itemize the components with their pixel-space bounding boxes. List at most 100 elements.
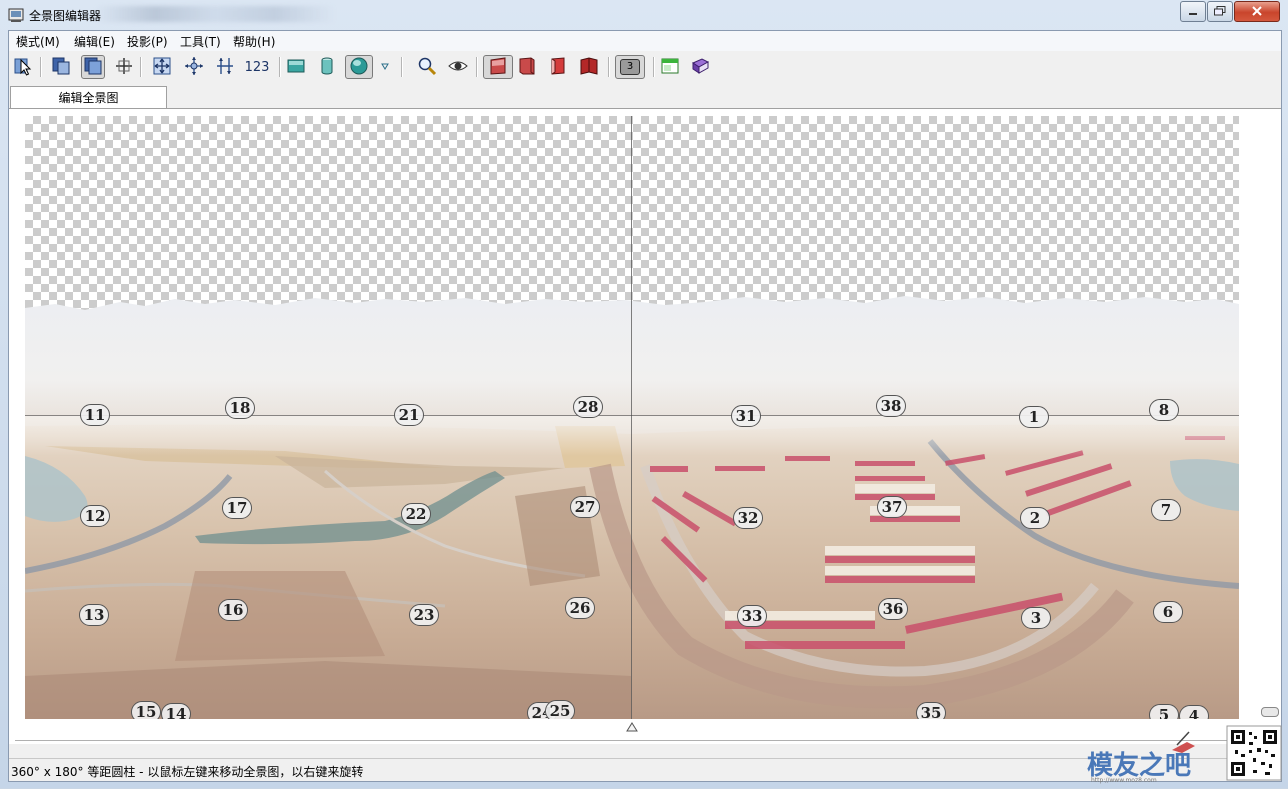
vertical-straighten-button[interactable] bbox=[213, 55, 237, 79]
title-bar[interactable]: 全景图编辑器 bbox=[0, 0, 1288, 30]
book-button[interactable] bbox=[688, 55, 712, 79]
app-window: 全景图编辑器 模式(M) 编辑(E) 投影(P) 工具(T) 帮助(H) 123… bbox=[0, 0, 1288, 788]
menu-edit[interactable]: 编辑(E) bbox=[72, 33, 117, 50]
crosshair-icon bbox=[114, 56, 134, 79]
control-point-22[interactable]: 22 bbox=[401, 503, 431, 525]
control-point-6[interactable]: 6 bbox=[1153, 601, 1183, 623]
vertical-guide-line bbox=[631, 116, 632, 719]
slider-thumb-icon[interactable] bbox=[626, 721, 638, 735]
zoom-button[interactable] bbox=[415, 55, 439, 79]
control-point-27[interactable]: 27 bbox=[570, 496, 600, 518]
center-move-button[interactable] bbox=[182, 55, 206, 79]
red-panel-3-button[interactable] bbox=[546, 55, 570, 79]
menu-projection[interactable]: 投影(P) bbox=[125, 33, 170, 50]
dropdown-triangle-icon bbox=[380, 60, 390, 74]
status-text: 360° x 180° 等距圆柱 - 以鼠标左键来移动全景图，以右键来旋转 bbox=[11, 765, 364, 779]
maximize-button[interactable] bbox=[1207, 1, 1233, 22]
control-point-36[interactable]: 36 bbox=[878, 598, 908, 620]
menu-tools[interactable]: 工具(T) bbox=[178, 33, 223, 50]
control-point-33[interactable]: 33 bbox=[737, 605, 767, 627]
control-point-17[interactable]: 17 bbox=[222, 497, 252, 519]
minimize-icon bbox=[1188, 5, 1198, 19]
title-blur bbox=[95, 6, 335, 22]
image-layers-icon bbox=[51, 56, 71, 79]
scroll-handle[interactable] bbox=[1261, 707, 1279, 717]
control-point-25[interactable]: 25 bbox=[545, 700, 575, 719]
menu-mode[interactable]: 模式(M) bbox=[14, 33, 62, 50]
horizon-guide-line bbox=[25, 415, 1239, 416]
app-icon bbox=[8, 7, 24, 23]
qr-code-icon bbox=[1226, 725, 1282, 781]
control-point-38[interactable]: 38 bbox=[876, 395, 906, 417]
count-badge-button[interactable]: 3 bbox=[615, 55, 645, 79]
control-point-4[interactable]: 4 bbox=[1179, 705, 1209, 719]
images-button[interactable] bbox=[49, 55, 73, 79]
sphere-projection-icon bbox=[349, 56, 369, 79]
toolbar-separator bbox=[279, 57, 281, 77]
rectangle-projection-icon bbox=[286, 56, 306, 79]
control-point-23[interactable]: 23 bbox=[409, 604, 439, 626]
preview-button[interactable] bbox=[446, 55, 470, 79]
rectangle-projection-button[interactable] bbox=[284, 55, 308, 79]
count-badge-icon: 3 bbox=[620, 59, 640, 75]
control-point-8[interactable]: 8 bbox=[1149, 399, 1179, 421]
control-point-35[interactable]: 35 bbox=[916, 702, 946, 719]
green-window-button[interactable] bbox=[658, 55, 682, 79]
control-point-21[interactable]: 21 bbox=[394, 404, 424, 426]
client-area: 模式(M) 编辑(E) 投影(P) 工具(T) 帮助(H) 123 3 编辑全景… bbox=[8, 30, 1282, 782]
minimize-button[interactable] bbox=[1180, 1, 1206, 22]
horizontal-scrollbar[interactable] bbox=[9, 721, 1245, 743]
crosshair-button[interactable] bbox=[112, 55, 136, 79]
control-point-13[interactable]: 13 bbox=[79, 604, 109, 626]
control-point-15[interactable]: 15 bbox=[131, 701, 161, 719]
control-point-12[interactable]: 12 bbox=[80, 505, 110, 527]
tab-edit-panorama[interactable]: 编辑全景图 bbox=[10, 86, 167, 109]
close-icon bbox=[1251, 5, 1263, 19]
control-point-28[interactable]: 28 bbox=[573, 396, 603, 418]
menu-bar: 模式(M) 编辑(E) 投影(P) 工具(T) 帮助(H) bbox=[9, 31, 1281, 51]
control-point-5[interactable]: 5 bbox=[1149, 704, 1179, 719]
cylinder-projection-button[interactable] bbox=[315, 55, 339, 79]
control-point-11[interactable]: 11 bbox=[80, 404, 110, 426]
control-point-3[interactable]: 3 bbox=[1021, 607, 1051, 629]
control-point-14[interactable]: 14 bbox=[161, 703, 191, 719]
control-point-26[interactable]: 26 bbox=[565, 597, 595, 619]
control-point-31[interactable]: 31 bbox=[731, 405, 761, 427]
center-move-icon bbox=[184, 56, 204, 79]
vertical-straighten-icon bbox=[215, 56, 235, 79]
toolbar-separator bbox=[140, 57, 142, 77]
numbers-icon: 123 bbox=[244, 59, 270, 75]
toolbar: 123 3 bbox=[9, 52, 1281, 84]
red-panel-2-button[interactable] bbox=[515, 55, 539, 79]
control-point-1[interactable]: 1 bbox=[1019, 406, 1049, 428]
vertical-scrollbar[interactable] bbox=[1245, 109, 1281, 744]
sphere-projection-button[interactable] bbox=[345, 55, 373, 79]
toolbar-separator bbox=[40, 57, 42, 77]
move-icon bbox=[152, 56, 172, 79]
control-point-7[interactable]: 7 bbox=[1151, 499, 1181, 521]
menu-help[interactable]: 帮助(H) bbox=[231, 33, 277, 50]
control-point-32[interactable]: 32 bbox=[733, 507, 763, 529]
select-arrow-icon bbox=[14, 56, 34, 79]
control-point-2[interactable]: 2 bbox=[1020, 507, 1050, 529]
watermark-logo: 模友之吧 http://www.moz8.com bbox=[1077, 720, 1287, 786]
red-panel-1-button[interactable] bbox=[483, 55, 513, 79]
preview-eye-icon bbox=[448, 56, 468, 79]
red-panel-4-icon bbox=[579, 56, 599, 79]
control-point-16[interactable]: 16 bbox=[218, 599, 248, 621]
control-point-37[interactable]: 37 bbox=[877, 496, 907, 518]
panorama-canvas[interactable]: 11 18 21 28 31 38 1 8 12 17 22 27 32 37 … bbox=[25, 116, 1239, 719]
tab-bar: 编辑全景图 bbox=[9, 84, 1281, 109]
control-point-18[interactable]: 18 bbox=[225, 397, 255, 419]
close-button[interactable] bbox=[1234, 1, 1280, 22]
images-pressed-button[interactable] bbox=[81, 55, 105, 79]
toolbar-separator bbox=[608, 57, 610, 77]
red-panel-2-icon bbox=[517, 56, 537, 79]
red-panel-4-button[interactable] bbox=[577, 55, 601, 79]
projection-dropdown-button[interactable] bbox=[377, 55, 393, 79]
image-layers-pressed-icon bbox=[83, 56, 103, 79]
panorama-editor: 11 18 21 28 31 38 1 8 12 17 22 27 32 37 … bbox=[9, 108, 1281, 744]
numbers-button[interactable]: 123 bbox=[242, 55, 272, 79]
select-button[interactable] bbox=[12, 55, 36, 79]
move-button[interactable] bbox=[150, 55, 174, 79]
